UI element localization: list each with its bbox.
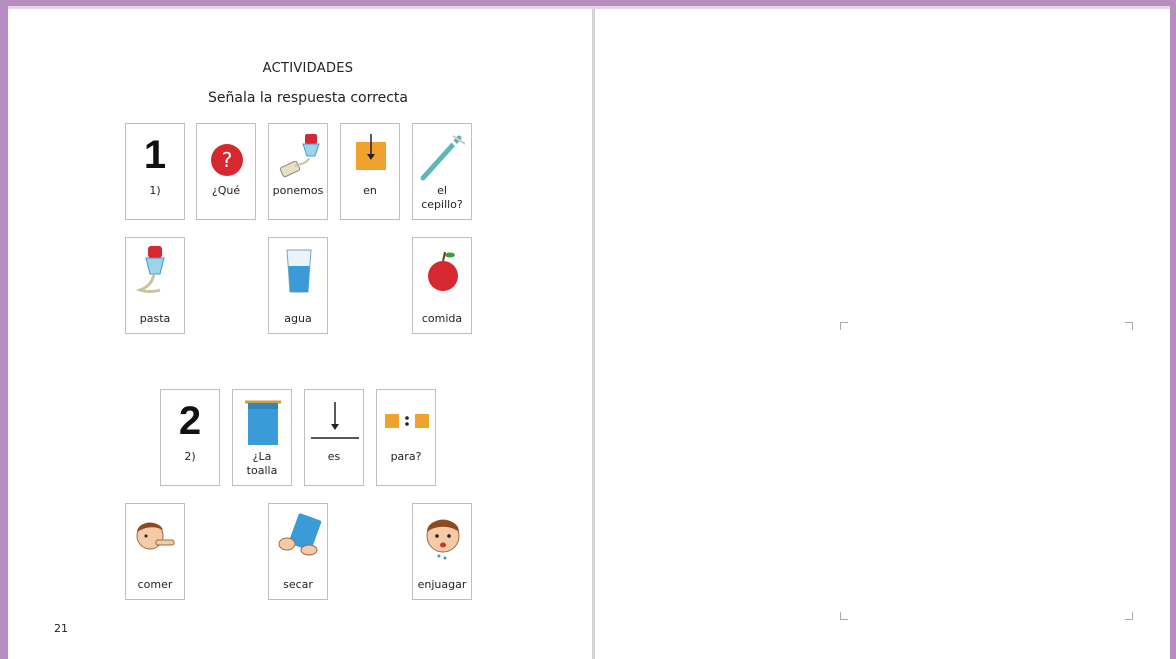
q1-answer-agua[interactable]: agua xyxy=(268,237,328,334)
card-label: ¿Qué xyxy=(211,184,241,197)
q1-card-en[interactable]: en xyxy=(340,123,400,220)
card-label: 2) xyxy=(184,450,196,463)
question-icon: ? xyxy=(211,144,243,176)
card-label: pasta xyxy=(139,312,171,325)
number-1-icon: 1 xyxy=(143,133,167,177)
page-title: ACTIVIDADES xyxy=(262,61,354,76)
card-label: agua xyxy=(284,312,312,325)
q2-answer-enjuagar[interactable]: enjuagar xyxy=(412,503,472,600)
instruction-text: Señala la respuesta correcta xyxy=(208,90,408,106)
crop-mark-top-left xyxy=(840,322,848,330)
card-label: es xyxy=(327,450,341,463)
card-label: el cepillo? xyxy=(421,184,463,211)
right-page xyxy=(595,9,1170,659)
in-arrow-icon xyxy=(356,134,386,170)
q1-card-que[interactable]: ? ¿Qué xyxy=(196,123,256,220)
water-glass-icon xyxy=(286,249,312,293)
card-label: enjuagar xyxy=(417,578,467,591)
page-number: 21 xyxy=(54,622,68,635)
eating-boy-icon xyxy=(136,522,175,550)
card-label: ponemos xyxy=(272,184,324,197)
toothpaste-icon xyxy=(135,246,165,293)
card-label: ¿La toalla xyxy=(246,450,278,477)
toothbrush-icon xyxy=(420,135,466,181)
left-page: ACTIVIDADES Señala la respuesta correcta… xyxy=(8,9,592,659)
crop-mark-bottom-left xyxy=(840,612,848,620)
card-label: comer xyxy=(137,578,173,591)
card-label: 1) xyxy=(149,184,161,197)
q2-answer-secar[interactable]: secar xyxy=(268,503,328,600)
put-paste-icon xyxy=(279,134,320,178)
frame-left-border xyxy=(0,0,8,659)
card-label: comida xyxy=(421,312,463,325)
for-squares-icon xyxy=(385,414,429,428)
q2-answer-comer[interactable]: comer xyxy=(125,503,185,600)
apple-icon xyxy=(428,251,458,291)
towel-icon xyxy=(245,400,281,445)
number-2-icon: 2 xyxy=(178,399,202,443)
card-label: para? xyxy=(390,450,422,463)
crop-mark-top-right xyxy=(1125,322,1133,330)
q2-card-number[interactable]: 2 2) xyxy=(160,389,220,486)
frame-right-border xyxy=(1170,0,1176,659)
rinsing-boy-icon xyxy=(426,519,460,560)
q2-card-para[interactable]: para? xyxy=(376,389,436,486)
q1-card-cepillo[interactable]: el cepillo? xyxy=(412,123,472,220)
q1-answer-pasta[interactable]: pasta xyxy=(125,237,185,334)
card-label: secar xyxy=(283,578,313,591)
q1-card-number[interactable]: 1 1) xyxy=(125,123,185,220)
q2-card-toalla[interactable]: ¿La toalla xyxy=(232,389,292,486)
q2-card-es[interactable]: es xyxy=(304,389,364,486)
svg-text:?: ? xyxy=(222,148,233,172)
q1-answer-comida[interactable]: comida xyxy=(412,237,472,334)
card-label: en xyxy=(363,184,377,197)
crop-mark-bottom-right xyxy=(1125,612,1133,620)
is-arrow-icon xyxy=(311,402,359,439)
drying-hands-icon xyxy=(278,513,322,556)
q1-card-ponemos[interactable]: ponemos xyxy=(268,123,328,220)
